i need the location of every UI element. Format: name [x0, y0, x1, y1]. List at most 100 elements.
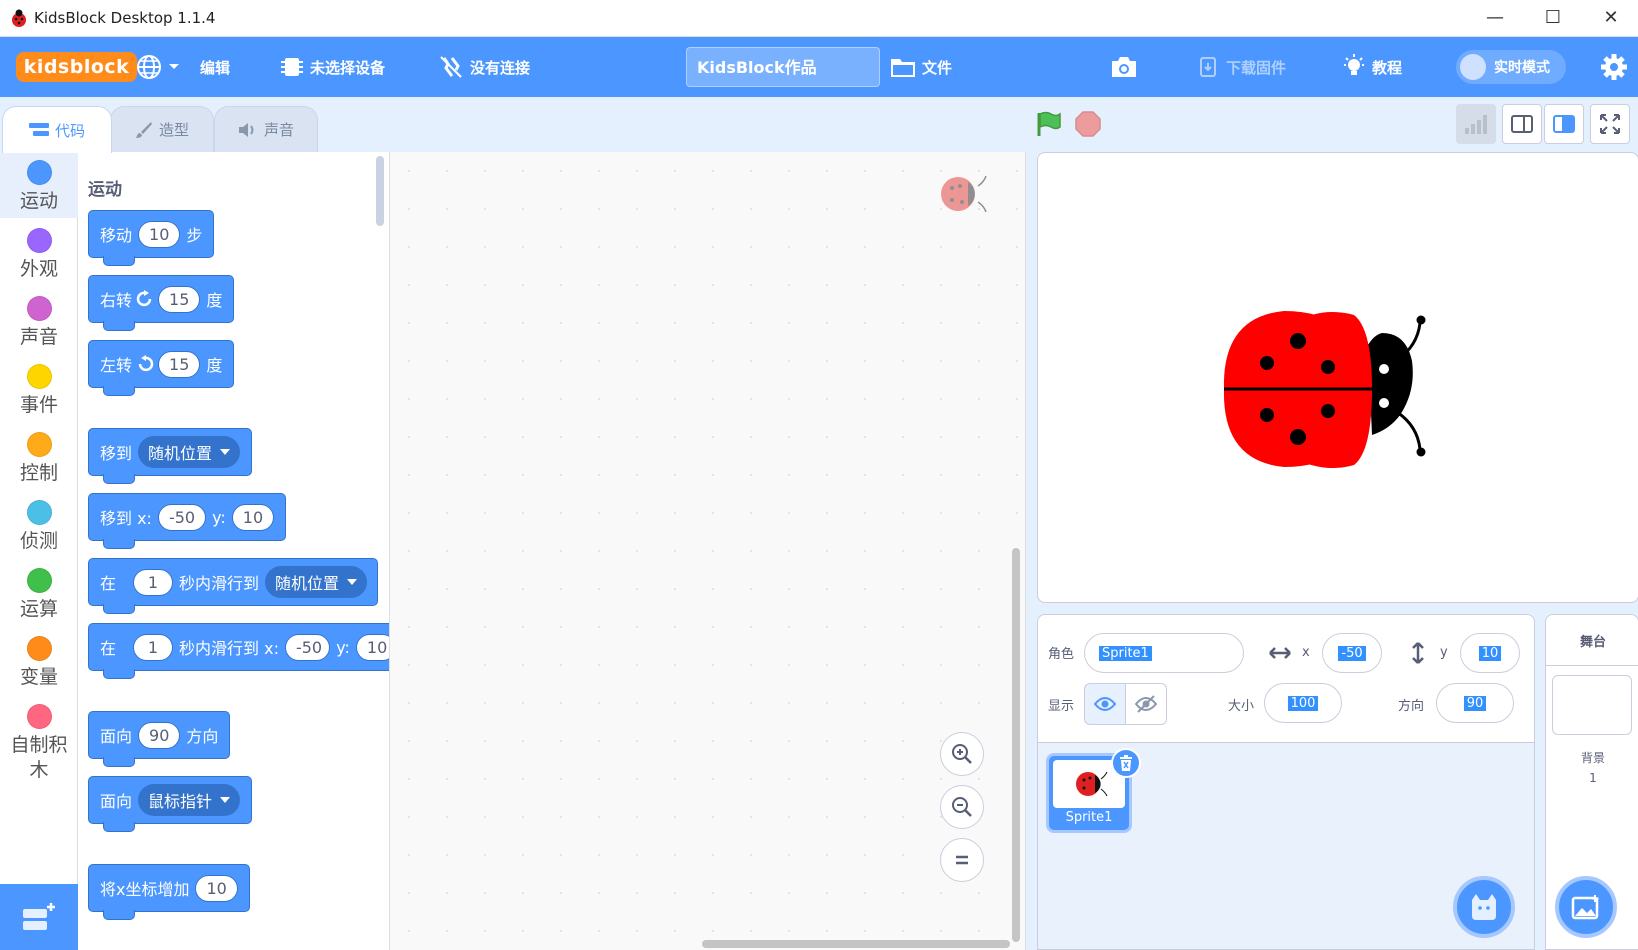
add-extension-button[interactable]: [0, 884, 78, 950]
category-dot: [26, 364, 52, 389]
block-move-steps[interactable]: 移动 10 步: [88, 210, 215, 266]
green-flag-button[interactable]: [1028, 104, 1068, 144]
category-my-blocks[interactable]: 自制积木: [0, 696, 78, 781]
block-dropdown[interactable]: 随机位置: [138, 436, 241, 468]
block-number-input[interactable]: 90: [138, 721, 181, 749]
block-number-input[interactable]: 10: [355, 633, 389, 661]
stop-button[interactable]: [1068, 104, 1108, 144]
block-text: 将x坐标增加: [100, 880, 190, 899]
eye-off-icon: [1135, 695, 1157, 713]
chevron-down-icon: [169, 64, 179, 69]
direction-input[interactable]: 90: [1436, 683, 1514, 723]
category-control[interactable]: 控制: [0, 424, 78, 490]
block-turn-left[interactable]: 左转 15 度: [88, 340, 235, 396]
block-goto[interactable]: 移到 随机位置: [88, 428, 253, 484]
settings-button[interactable]: [1600, 37, 1634, 97]
block-number-input[interactable]: 10: [231, 503, 275, 531]
edit-menu[interactable]: 编辑: [200, 37, 230, 97]
category-dot: [26, 636, 52, 661]
size-input[interactable]: 100: [1264, 683, 1342, 723]
category-dot: [26, 160, 52, 185]
sprite-label: 角色: [1048, 647, 1075, 662]
sprite-name-value: Sprite1: [1099, 645, 1152, 661]
file-menu[interactable]: 文件: [890, 37, 952, 97]
close-button[interactable]: ✕: [1588, 4, 1634, 32]
delete-sprite-button[interactable]: [1111, 748, 1141, 778]
sprite-name-input[interactable]: Sprite1: [1084, 633, 1244, 673]
category-looks[interactable]: 外观: [0, 220, 78, 286]
category-motion[interactable]: 运动: [0, 152, 78, 218]
backdrops-label: 背景: [1580, 751, 1605, 765]
maximize-button[interactable]: ☐: [1530, 4, 1576, 32]
block-number-input[interactable]: -50: [157, 503, 207, 531]
kidsblock-logo[interactable]: kidsblock: [16, 52, 137, 82]
block-point-direction[interactable]: 面向 90 方向: [88, 711, 231, 767]
backdrop-thumbnail[interactable]: [1552, 675, 1632, 735]
realtime-mode-toggle[interactable]: 实时模式: [1456, 50, 1566, 84]
block-number-input[interactable]: 10: [138, 220, 181, 248]
code-workspace[interactable]: [390, 152, 1026, 950]
screenshot-button[interactable]: [1110, 37, 1144, 97]
block-dropdown[interactable]: 随机位置: [265, 566, 368, 598]
category-label: 事件: [19, 394, 58, 416]
block-number-input[interactable]: -50: [284, 633, 331, 661]
size-label: 大小: [1228, 699, 1255, 714]
chip-icon: [281, 58, 303, 76]
category-dot: [26, 568, 52, 593]
stage-canvas[interactable]: [1037, 152, 1638, 603]
workspace-horizontal-scrollbar[interactable]: [702, 940, 1010, 948]
sprite-card[interactable]: Sprite1: [1046, 748, 1141, 833]
category-variables[interactable]: 变量: [0, 628, 78, 694]
backdrop-add-icon: [1571, 895, 1599, 920]
tab-costumes[interactable]: 造型: [110, 106, 214, 152]
block-glide-xy[interactable]: 在 1 秒内滑行到 x: -50 y: 10: [88, 623, 389, 679]
connection-status[interactable]: 没有连接: [438, 37, 530, 97]
zoom-out-button[interactable]: [940, 785, 984, 829]
category-events[interactable]: 事件: [0, 356, 78, 422]
zoom-out-icon: [952, 797, 972, 817]
x-input[interactable]: -50: [1322, 633, 1382, 673]
block-number-input[interactable]: 15: [158, 350, 201, 378]
tab-code[interactable]: 代码: [2, 106, 112, 153]
fullscreen-icon: [1600, 114, 1620, 134]
tutorial-button[interactable]: 教程: [1342, 37, 1402, 97]
category-operators[interactable]: 运算: [0, 560, 78, 626]
block-change-x[interactable]: 将x坐标增加 10: [88, 864, 250, 920]
add-sprite-button[interactable]: [1453, 876, 1515, 938]
brush-icon: [135, 121, 152, 138]
category-sound[interactable]: 声音: [0, 288, 78, 354]
large-stage-button[interactable]: [1544, 104, 1584, 144]
download-firmware-button[interactable]: 下载固件: [1196, 37, 1286, 97]
workspace-vertical-scrollbar[interactable]: [1012, 548, 1020, 942]
minimize-button[interactable]: —: [1472, 4, 1518, 32]
zoom-reset-button[interactable]: [940, 838, 984, 882]
category-sensing[interactable]: 侦测: [0, 492, 78, 558]
tab-sounds[interactable]: 声音: [214, 106, 318, 152]
block-dropdown[interactable]: 鼠标指针: [138, 784, 241, 816]
device-selector[interactable]: 未选择设备: [280, 37, 385, 97]
block-goto-xy[interactable]: 移到 x: -50 y: 10: [88, 493, 287, 549]
language-menu[interactable]: [136, 37, 186, 97]
block-number-input[interactable]: 1: [133, 633, 174, 661]
block-number-input[interactable]: 10: [195, 874, 238, 902]
block-text: y:: [336, 637, 350, 657]
ladybug-sprite[interactable]: [1222, 311, 1452, 471]
hide-sprite-button[interactable]: [1125, 683, 1167, 725]
block-number-input[interactable]: 1: [133, 568, 174, 596]
zoom-in-button[interactable]: [940, 732, 984, 776]
show-sprite-button[interactable]: [1084, 683, 1126, 725]
y-input[interactable]: 10: [1460, 633, 1520, 673]
block-glide-to[interactable]: 在 1 秒内滑行到 随机位置: [88, 558, 378, 614]
fullscreen-button[interactable]: [1590, 104, 1630, 144]
block-number-input[interactable]: 15: [158, 285, 201, 313]
palette-scrollbar[interactable]: [376, 156, 384, 226]
globe-icon: [137, 55, 161, 79]
file-label: 文件: [922, 58, 953, 77]
category-dot: [26, 500, 52, 525]
category-dot: [26, 228, 52, 253]
add-backdrop-button[interactable]: [1555, 876, 1617, 938]
small-stage-button[interactable]: [1502, 104, 1542, 144]
block-turn-right[interactable]: 右转 15 度: [88, 275, 235, 331]
project-title-input[interactable]: KidsBlock作品: [686, 47, 880, 87]
block-point-towards[interactable]: 面向 鼠标指针: [88, 776, 253, 832]
